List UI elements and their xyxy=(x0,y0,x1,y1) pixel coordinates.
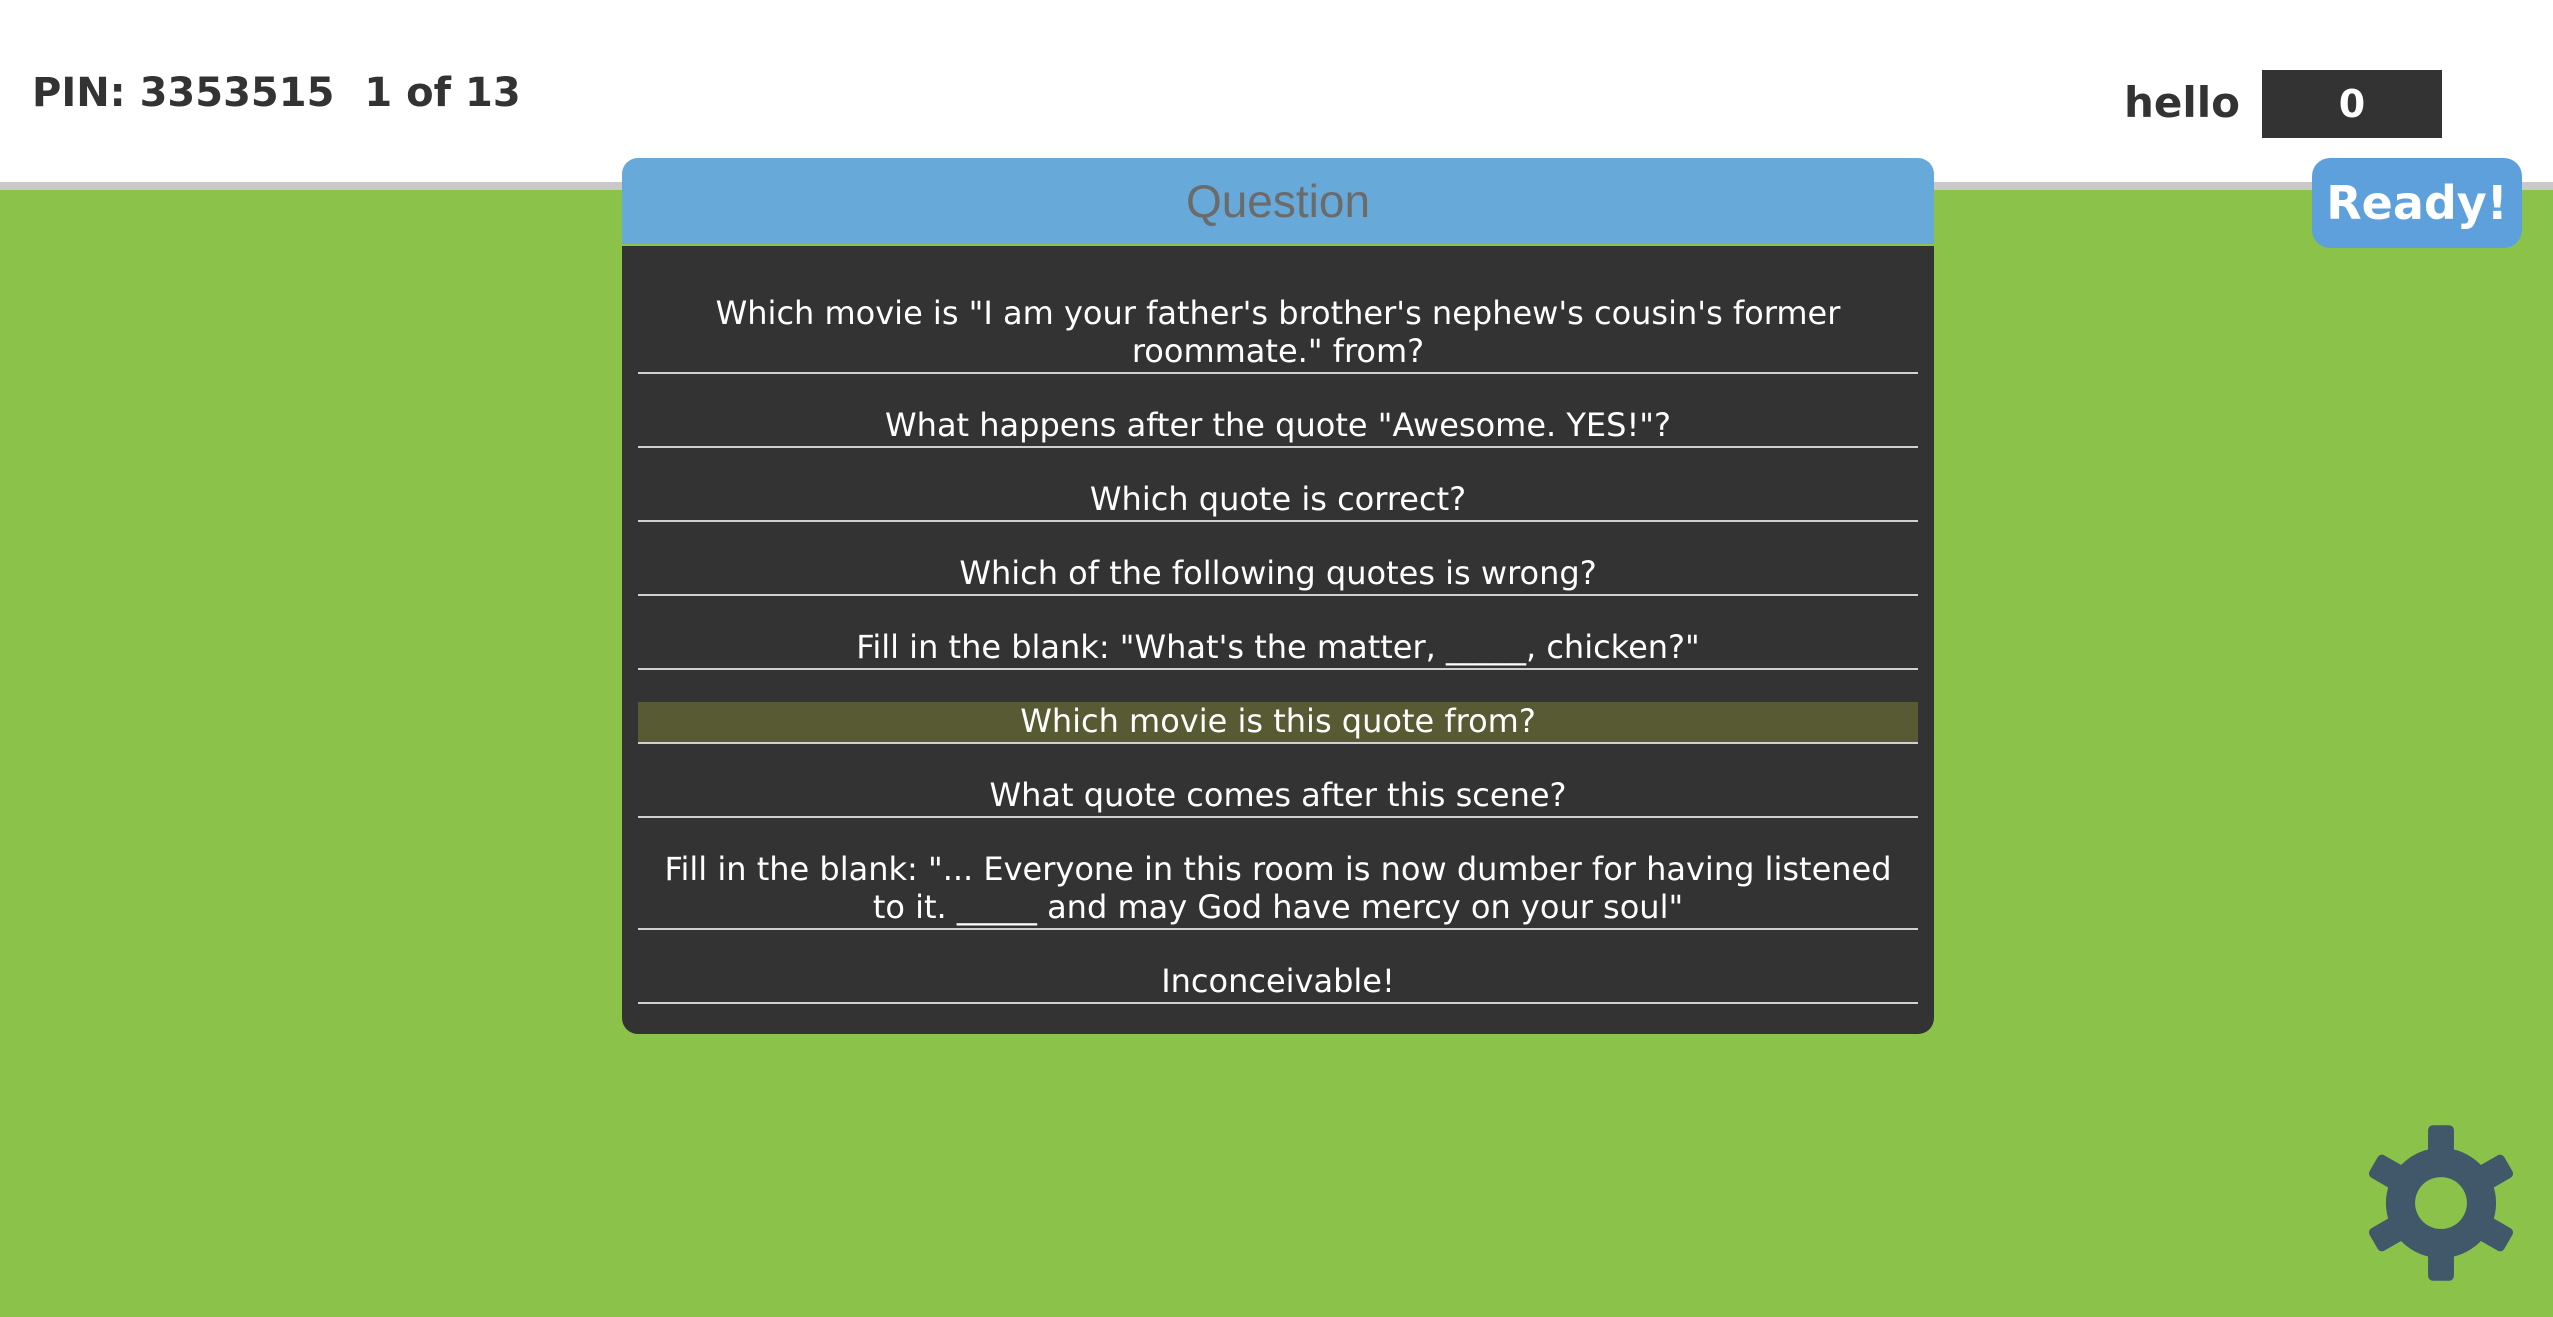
settings-button[interactable] xyxy=(2360,1122,2522,1284)
question-progress: 1 of 13 xyxy=(364,70,521,116)
question-option[interactable]: What quote comes after this scene? xyxy=(638,776,1918,818)
question-list: Which movie is "I am your father's broth… xyxy=(622,246,1934,1034)
gear-icon xyxy=(2368,1125,2514,1281)
question-option[interactable]: Which of the following quotes is wrong? xyxy=(638,554,1918,596)
question-option[interactable]: Which movie is "I am your father's broth… xyxy=(638,294,1918,374)
player-name: hello xyxy=(2124,78,2241,127)
question-option[interactable]: Fill in the blank: "... Everyone in this… xyxy=(638,850,1918,930)
question-option[interactable]: What happens after the quote "Awesome. Y… xyxy=(638,406,1918,448)
question-option[interactable]: Fill in the blank: "What's the matter, _… xyxy=(638,628,1918,670)
question-option-selected[interactable]: Which movie is this quote from? xyxy=(638,702,1918,744)
game-info: PIN: 3353515 1 of 13 xyxy=(32,70,521,116)
score-display: 0 xyxy=(2262,70,2442,138)
ready-button[interactable]: Ready! xyxy=(2312,158,2522,248)
question-option[interactable]: Which quote is correct? xyxy=(638,480,1918,522)
question-option[interactable]: Inconceivable! xyxy=(638,962,1918,1004)
pin-label: PIN: 3353515 xyxy=(32,70,335,116)
question-header: Question xyxy=(622,158,1934,244)
